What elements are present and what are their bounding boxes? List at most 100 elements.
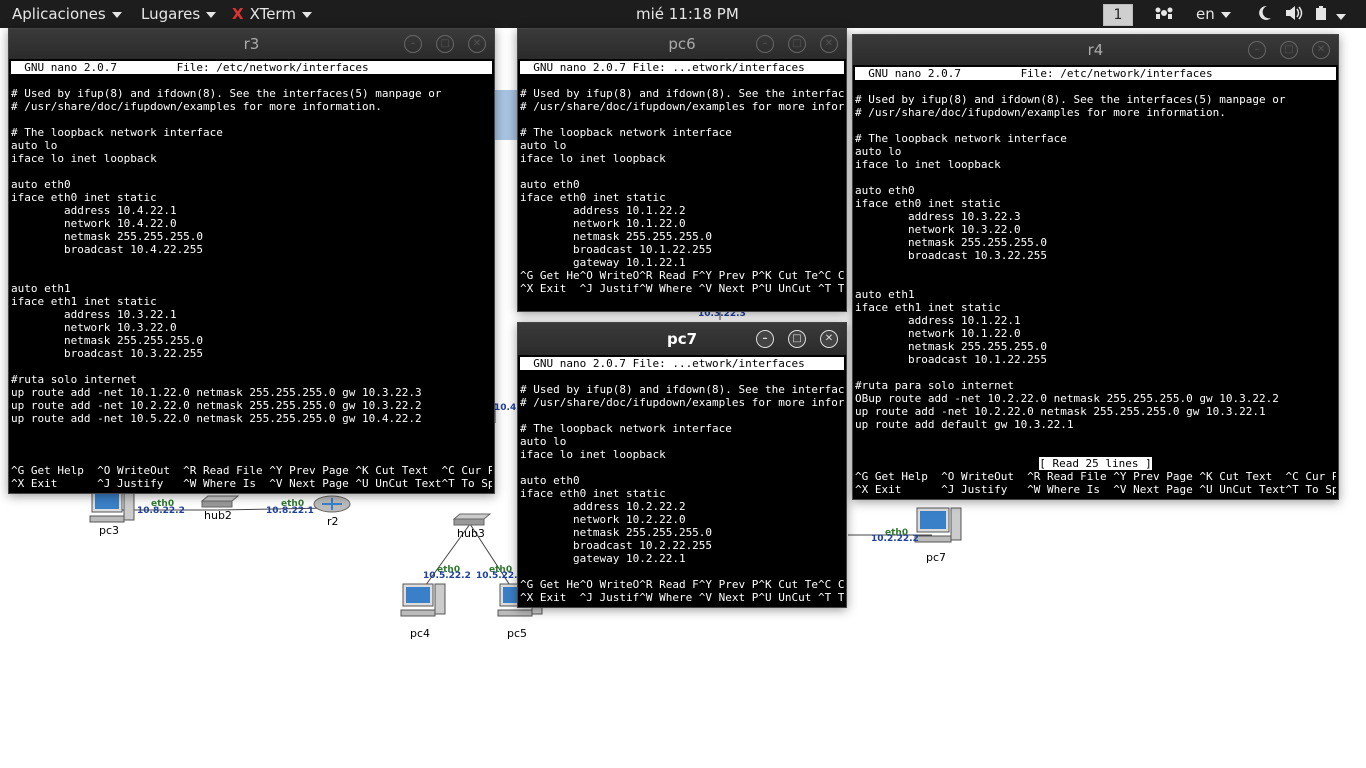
hub3-node[interactable] <box>452 512 492 526</box>
close-icon[interactable]: ✕ <box>820 330 838 348</box>
file-line <box>855 431 1336 444</box>
file-line: # The loopback network interface <box>11 126 223 139</box>
file-line: # /usr/share/doc/ifupdown/examples for m… <box>520 396 844 409</box>
pc4-ip-label: 10.5.22.2 <box>423 571 471 581</box>
pc3-ip-label: 10.8.22.2 <box>137 506 185 516</box>
nano-shortcuts-row-2: ^X Exit ^J Justify ^W Where Is ^V Next P… <box>855 483 1336 496</box>
hub-icon <box>452 513 492 526</box>
maximize-icon[interactable]: □ <box>788 35 806 53</box>
file-line <box>855 366 1336 379</box>
window-title: pc7 <box>666 330 698 348</box>
status-message: [ Read 25 lines ] <box>1039 457 1152 470</box>
file-line: # The loopback network interface <box>520 126 732 139</box>
file-line: netmask 255.255.255.0 <box>520 526 713 539</box>
file-line: auto lo <box>520 435 567 448</box>
places-menu[interactable]: Lugares <box>141 5 217 23</box>
close-icon[interactable]: ✕ <box>1312 41 1330 59</box>
hub2-node[interactable] <box>200 494 240 508</box>
hub-icon <box>200 495 240 508</box>
volume-icon[interactable] <box>1285 5 1303 25</box>
file-line: network 10.4.22.0 <box>11 217 177 230</box>
file-line: netmask 255.255.255.0 <box>11 230 204 243</box>
file-line <box>520 565 844 578</box>
file-line: OBup route add -net 10.2.22.0 netmask 25… <box>855 392 1279 405</box>
terminal-window-pc6[interactable]: pc6 – □ ✕ GNU nano 2.0.7 File: ...etwork… <box>517 28 847 312</box>
pc7-node[interactable] <box>913 506 965 550</box>
chevron-down-icon <box>206 11 217 18</box>
minimize-icon[interactable]: – <box>1248 41 1266 59</box>
nano-shortcuts-row-2: ^X Exit ^J Justif^W Where ^V Next P^U Un… <box>520 282 844 295</box>
file-line: network 10.3.22.0 <box>11 321 177 334</box>
workspace-indicator[interactable]: 1 <box>1103 4 1133 26</box>
file-line: address 10.3.22.1 <box>11 308 177 321</box>
xterm-icon: X <box>232 5 244 23</box>
nano-header: GNU nano 2.0.7 File: ...etwork/interface… <box>520 357 844 370</box>
terminal-window-r4[interactable]: r4 – □ ✕ GNU nano 2.0.7 File: /etc/netwo… <box>852 34 1339 500</box>
window-titlebar[interactable]: pc6 – □ ✕ <box>518 29 846 59</box>
file-line <box>855 444 1336 457</box>
nano-shortcuts-row-1: ^G Get Help ^O WriteOut ^R Read File ^Y … <box>11 464 492 477</box>
file-line: broadcast 10.3.22.255 <box>855 249 1048 262</box>
window-titlebar[interactable]: r3 – □ ✕ <box>9 29 494 59</box>
applications-menu[interactable]: Aplicaciones <box>12 5 122 23</box>
file-line: iface lo inet loopback <box>855 158 1001 171</box>
apps-icon[interactable] <box>1155 5 1173 25</box>
language-menu[interactable]: en <box>1196 5 1231 23</box>
window-titlebar[interactable]: r4 – □ ✕ <box>853 35 1338 65</box>
pc4-label: pc4 <box>410 627 431 640</box>
file-line <box>11 256 492 269</box>
window-title: r3 <box>243 35 260 53</box>
file-line <box>520 113 844 126</box>
file-line: iface lo inet loopback <box>11 152 157 165</box>
file-line: #ruta solo internet <box>11 373 137 386</box>
file-line: up route add -net 10.1.22.0 netmask 255.… <box>11 386 422 399</box>
battery-icon <box>1316 6 1326 20</box>
file-line: iface lo inet loopback <box>520 152 666 165</box>
terminal-window-pc7[interactable]: pc7 – □ ✕ GNU nano 2.0.7 File: ...etwork… <box>517 322 847 608</box>
r2-label: r2 <box>327 515 339 528</box>
file-line: auto lo <box>520 139 567 152</box>
file-line: # /usr/share/doc/ifupdown/examples for m… <box>11 100 382 113</box>
file-line: address 10.1.22.1 <box>855 314 1021 327</box>
file-line: network 10.2.22.0 <box>520 513 686 526</box>
r2-node[interactable] <box>312 494 352 514</box>
file-line: iface eth0 inet static <box>520 487 666 500</box>
pc3-node[interactable] <box>86 488 136 528</box>
pc4-node[interactable] <box>397 582 447 622</box>
file-line <box>11 269 492 282</box>
maximize-icon[interactable]: □ <box>1280 41 1298 59</box>
top-panel: Aplicaciones Lugares X XTerm mié 11:18 PM… <box>0 0 1366 28</box>
minimize-icon[interactable]: – <box>756 330 774 348</box>
chevron-down-icon <box>301 11 312 18</box>
maximize-icon[interactable]: □ <box>788 330 806 348</box>
file-line: # Used by ifup(8) and ifdown(8). See the… <box>11 87 442 100</box>
power-menu[interactable] <box>1314 5 1346 25</box>
terminal-content[interactable]: GNU nano 2.0.7 File: /etc/network/interf… <box>855 67 1336 497</box>
pc3-label: pc3 <box>99 524 120 537</box>
window-titlebar[interactable]: pc7 – □ ✕ <box>518 323 846 355</box>
app-menu[interactable]: X XTerm <box>232 5 312 23</box>
file-line: # /usr/share/doc/ifupdown/examples for m… <box>855 106 1226 119</box>
clock[interactable]: mié 11:18 PM <box>636 5 739 23</box>
file-line: # The loopback network interface <box>520 422 732 435</box>
maximize-icon[interactable]: □ <box>436 35 454 53</box>
file-line <box>855 262 1336 275</box>
terminal-window-r3[interactable]: r3 – □ ✕ GNU nano 2.0.7 File: /etc/netwo… <box>8 28 495 494</box>
minimize-icon[interactable]: – <box>756 35 774 53</box>
nano-status-line: [ Read 25 lines ] <box>855 457 1336 470</box>
file-line: auto eth1 <box>855 288 915 301</box>
close-icon[interactable]: ✕ <box>468 35 486 53</box>
night-mode-icon[interactable] <box>1258 5 1272 25</box>
terminal-content[interactable]: GNU nano 2.0.7 File: ...etwork/interface… <box>520 357 844 605</box>
terminal-content[interactable]: GNU nano 2.0.7 File: /etc/network/interf… <box>11 61 492 491</box>
file-line: # Used by ifup(8) and ifdown(8). See the… <box>855 93 1286 106</box>
file-line <box>855 171 1336 184</box>
file-line: broadcast 10.2.22.255 <box>520 539 713 552</box>
minimize-icon[interactable]: – <box>404 35 422 53</box>
file-line <box>855 275 1336 288</box>
file-line: gateway 10.2.22.1 <box>520 552 686 565</box>
file-line: netmask 255.255.255.0 <box>520 230 713 243</box>
close-icon[interactable]: ✕ <box>820 35 838 53</box>
file-line <box>11 451 492 464</box>
terminal-content[interactable]: GNU nano 2.0.7 File: ...etwork/interface… <box>520 61 844 309</box>
